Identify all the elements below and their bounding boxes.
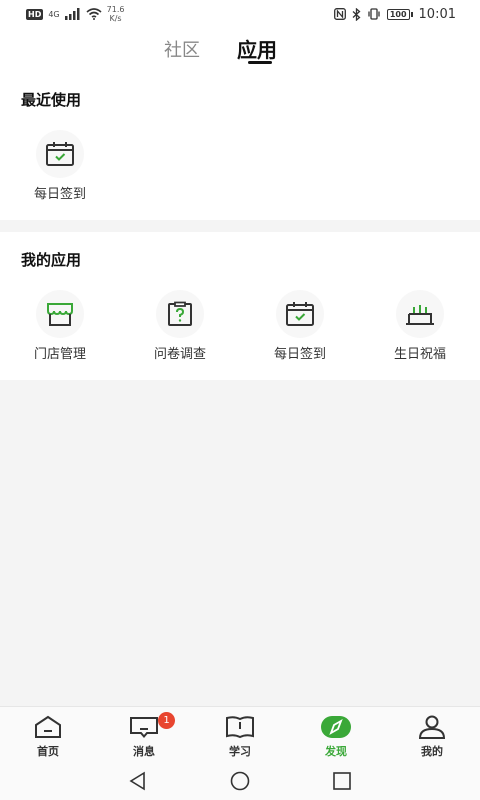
birthday-cake-icon [396, 290, 444, 338]
app-questionnaire[interactable]: 问卷调查 [130, 290, 230, 362]
speed-unit: K/s [109, 14, 122, 23]
tab-community[interactable]: 社区 [164, 36, 200, 62]
app-label: 生日祝福 [393, 347, 446, 362]
recent-app-daily-checkin[interactable]: 每日签到 [10, 130, 110, 202]
my-apps-title: 我的应用 [21, 251, 82, 269]
nav-learning[interactable]: 学习 [192, 707, 288, 762]
nav-discover[interactable]: 发现 [288, 707, 384, 762]
app-label: 问卷调查 [153, 347, 206, 362]
app-birthday-greeting[interactable]: 生日祝福 [370, 290, 470, 362]
tab-apps[interactable]: 应用 [237, 34, 277, 63]
top-tab-bar: 社区 应用 [0, 28, 480, 78]
vibrate-icon [368, 8, 380, 20]
bluetooth-icon [352, 7, 361, 21]
active-tab-indicator [248, 61, 272, 64]
nav-label: 发现 [325, 745, 347, 758]
wifi-icon [86, 8, 102, 20]
recent-section: 最近使用 每日签到 [0, 78, 480, 220]
calendar-check-icon [276, 290, 324, 338]
network-speed: 71.6 K/s [107, 5, 125, 23]
status-time: 10:01 [418, 6, 456, 22]
app-daily-checkin[interactable]: 每日签到 [250, 290, 350, 362]
app-store-management[interactable]: 门店管理 [10, 290, 110, 362]
speed-value: 71.6 [106, 5, 125, 14]
book-icon [224, 715, 256, 739]
app-label: 每日签到 [273, 347, 326, 362]
unread-badge: 1 [158, 712, 175, 729]
system-nav-bar [0, 762, 480, 800]
nav-messages[interactable]: 消息 1 [96, 707, 192, 762]
battery-icon: 100 [386, 8, 413, 20]
message-icon [128, 715, 160, 739]
status-right: 100 10:01 [333, 6, 456, 22]
nav-label: 我的 [421, 745, 443, 758]
network-type: 4G [48, 9, 60, 19]
home-circle-icon[interactable] [225, 768, 255, 794]
nav-me[interactable]: 我的 [384, 707, 480, 762]
bottom-nav: 首页 消息 1 学习 发现 我的 [0, 706, 480, 762]
app-label: 门店管理 [33, 347, 86, 362]
store-icon [36, 290, 84, 338]
status-bar: HD 4G 71.6 K/s 100 10:01 [0, 0, 480, 28]
app-label: 每日签到 [33, 187, 86, 202]
questionnaire-icon [156, 290, 204, 338]
recents-icon[interactable] [327, 768, 357, 794]
nav-label: 消息 [133, 745, 155, 758]
nav-home[interactable]: 首页 [0, 707, 96, 762]
status-left: HD 4G 71.6 K/s [26, 5, 124, 23]
home-icon [32, 715, 64, 739]
recent-title: 最近使用 [21, 91, 82, 109]
calendar-check-icon [36, 130, 84, 178]
back-icon[interactable] [123, 768, 153, 794]
user-icon [416, 715, 448, 739]
compass-icon [320, 715, 352, 739]
nfc-icon [333, 8, 346, 20]
nav-label: 学习 [229, 745, 251, 758]
nav-label: 首页 [37, 745, 59, 758]
battery-level: 100 [386, 8, 410, 20]
signal-icon [64, 8, 80, 20]
my-apps-section: 我的应用 门店管理 问卷调查 每日签到 生日祝福 [0, 232, 480, 380]
hd-badge: HD [26, 8, 44, 20]
